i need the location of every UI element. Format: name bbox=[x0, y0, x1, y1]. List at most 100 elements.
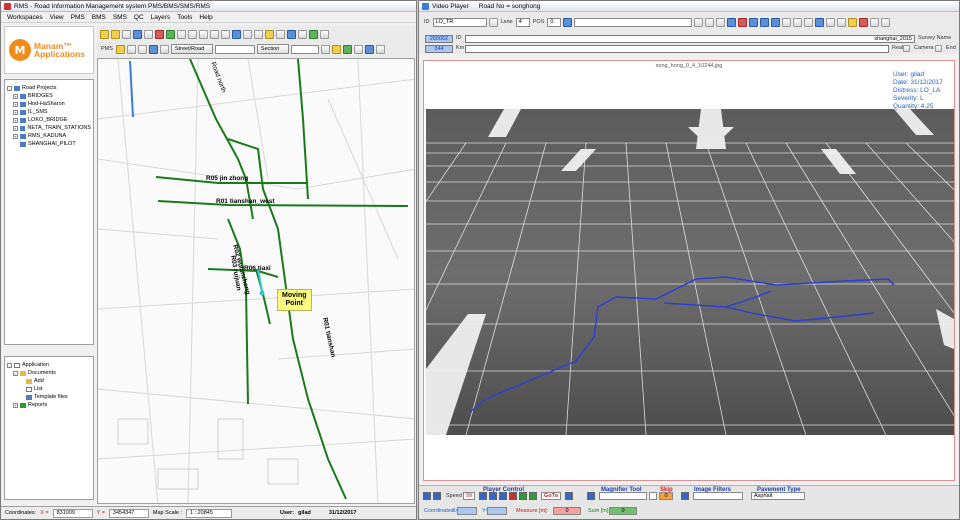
section-button[interactable]: Section bbox=[256, 44, 289, 54]
real-checkbox[interactable] bbox=[903, 45, 910, 52]
id-value-box[interactable]: 200002 bbox=[425, 35, 453, 43]
identify-icon[interactable] bbox=[232, 29, 241, 39]
zoom-out-icon[interactable] bbox=[199, 29, 208, 39]
app-tree-add[interactable]: Add bbox=[7, 377, 91, 385]
street-road-combo[interactable] bbox=[214, 44, 255, 54]
move-cross-icon[interactable] bbox=[563, 17, 573, 27]
flag-icon[interactable] bbox=[331, 44, 341, 54]
play-back-button[interactable] bbox=[479, 492, 487, 500]
gps-icon[interactable] bbox=[309, 29, 318, 39]
goto-button[interactable]: GoTo bbox=[541, 492, 561, 500]
folder-icon[interactable] bbox=[111, 29, 120, 39]
print-icon[interactable] bbox=[122, 29, 131, 39]
expand-icon[interactable]: + bbox=[13, 133, 18, 139]
circle-icon[interactable] bbox=[837, 17, 847, 27]
menu-sms[interactable]: SMS bbox=[113, 14, 127, 21]
distress-combo[interactable]: LO_TR bbox=[432, 17, 487, 27]
save-frame-button[interactable] bbox=[565, 492, 573, 500]
end-checkbox[interactable] bbox=[935, 45, 942, 52]
loop-icon[interactable] bbox=[771, 17, 781, 27]
tree-item-il-sms[interactable]: + IL_SMS bbox=[7, 108, 91, 116]
note-icon[interactable] bbox=[848, 17, 858, 27]
pavement-type-combo[interactable]: Asphalt bbox=[751, 492, 805, 500]
next-frame-icon[interactable] bbox=[760, 17, 770, 27]
layer-icon[interactable] bbox=[265, 29, 274, 39]
delete-icon[interactable] bbox=[155, 29, 164, 39]
area-icon[interactable] bbox=[815, 17, 825, 27]
ruler-icon[interactable] bbox=[254, 29, 263, 39]
collapse-icon[interactable]: - bbox=[7, 362, 12, 368]
pen-icon[interactable] bbox=[782, 17, 792, 27]
prev-frame-icon[interactable] bbox=[749, 17, 759, 27]
print-map-icon[interactable] bbox=[353, 44, 363, 54]
pan-icon[interactable] bbox=[210, 29, 219, 39]
move-icon[interactable] bbox=[148, 44, 158, 54]
tool-3-icon[interactable] bbox=[716, 17, 726, 27]
play-button[interactable] bbox=[489, 492, 497, 500]
monitor-icon[interactable] bbox=[727, 17, 737, 27]
refresh-icon[interactable] bbox=[276, 29, 285, 39]
polyline-icon[interactable] bbox=[804, 17, 814, 27]
crosshair-icon[interactable] bbox=[488, 17, 498, 27]
tree-item-rms-kaduna[interactable]: + RMS_KADUNA bbox=[7, 132, 91, 140]
tree-item-bridges[interactable]: + BRIDGES bbox=[7, 92, 91, 100]
save-icon[interactable] bbox=[133, 29, 142, 39]
description-combo[interactable] bbox=[574, 17, 693, 27]
first-frame-button[interactable] bbox=[423, 492, 431, 500]
menu-tools[interactable]: Tools bbox=[177, 14, 192, 21]
skip-value[interactable]: 0 bbox=[659, 492, 673, 500]
close-x-icon[interactable] bbox=[859, 17, 869, 27]
image-filters-combo[interactable] bbox=[693, 492, 743, 500]
line-icon[interactable] bbox=[793, 17, 803, 27]
collapse-icon[interactable]: - bbox=[13, 370, 18, 376]
bms-icon[interactable] bbox=[115, 44, 125, 54]
km-value-box[interactable]: 344 bbox=[425, 45, 453, 53]
expand-icon[interactable]: + bbox=[13, 117, 18, 123]
survey-name-field[interactable]: shanghai_2015 bbox=[465, 35, 915, 43]
tree-item-neta-train-stations[interactable]: + NETA_TRAIN_STATIONS bbox=[7, 124, 91, 132]
app-tree-root[interactable]: - Application bbox=[7, 361, 91, 369]
undo-icon[interactable] bbox=[881, 17, 891, 27]
grid-icon[interactable] bbox=[126, 44, 136, 54]
filter-icon[interactable] bbox=[681, 492, 689, 500]
target-icon[interactable] bbox=[364, 44, 374, 54]
tree-item-loko-bridge[interactable]: + LOKO_BRIDGE bbox=[7, 116, 91, 124]
expand-icon[interactable]: + bbox=[13, 101, 18, 107]
grid-toggle-icon[interactable] bbox=[826, 17, 836, 27]
tree-root[interactable]: - Road Projects bbox=[7, 84, 91, 92]
expand-icon[interactable]: + bbox=[13, 109, 18, 115]
road-map-view[interactable]: R05 jin zhong R01 tianshan_west R02 wula… bbox=[97, 58, 415, 504]
app-tree-list[interactable]: List bbox=[7, 385, 91, 393]
expand-icon[interactable]: + bbox=[13, 93, 18, 99]
magnifier-icon[interactable] bbox=[587, 492, 595, 500]
open-folder-icon[interactable] bbox=[100, 29, 109, 39]
menu-layers[interactable]: Layers bbox=[151, 14, 171, 21]
list-icon[interactable] bbox=[159, 44, 169, 54]
app-tree-reports[interactable]: + Reports bbox=[7, 401, 91, 409]
tool-2-icon[interactable] bbox=[705, 17, 715, 27]
tree-item-hod-hasharon[interactable]: + Hod-HaSharon bbox=[7, 100, 91, 108]
camera-icon[interactable] bbox=[298, 29, 307, 39]
km-slider[interactable] bbox=[465, 45, 889, 53]
selected-road-segment[interactable] bbox=[129, 60, 134, 118]
expand-icon[interactable]: + bbox=[13, 125, 18, 131]
menu-workspaces[interactable]: Workspaces bbox=[7, 14, 43, 21]
forward-arrow-button[interactable] bbox=[529, 492, 537, 500]
menu-view[interactable]: View bbox=[50, 14, 64, 21]
step-button[interactable] bbox=[499, 492, 507, 500]
photo-icon[interactable] bbox=[137, 44, 147, 54]
tool-1-icon[interactable] bbox=[694, 17, 704, 27]
prev-button[interactable] bbox=[433, 492, 441, 500]
magnifier-slider[interactable] bbox=[599, 492, 647, 500]
menu-qc[interactable]: QC bbox=[134, 14, 144, 21]
copy-icon[interactable] bbox=[144, 29, 153, 39]
moving-point-marker[interactable] bbox=[259, 290, 265, 296]
settings-icon[interactable] bbox=[320, 29, 329, 39]
find-icon[interactable] bbox=[320, 44, 330, 54]
road-surface-image[interactable] bbox=[426, 109, 954, 435]
record-icon[interactable] bbox=[738, 17, 748, 27]
app-tree-template-files[interactable]: Template files bbox=[7, 393, 91, 401]
select-icon[interactable] bbox=[177, 29, 186, 39]
app-tree-documents[interactable]: - Documents bbox=[7, 369, 91, 377]
menu-bms[interactable]: BMS bbox=[92, 14, 106, 21]
